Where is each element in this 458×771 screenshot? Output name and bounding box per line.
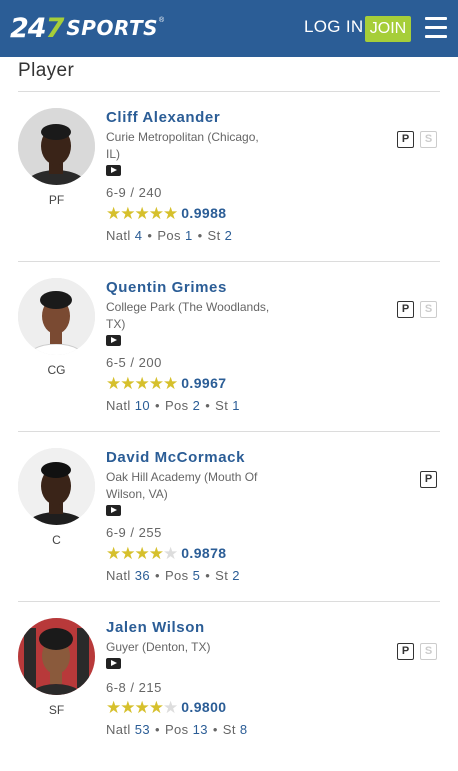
star-icon: ★ bbox=[148, 697, 164, 717]
player-ranks: Natl 4 • Pos 1 • St 2 bbox=[106, 228, 233, 243]
prospect-badge[interactable]: P bbox=[397, 131, 414, 148]
star-icon: ★ bbox=[163, 203, 179, 223]
pos-rank[interactable]: 1 bbox=[185, 228, 193, 243]
pos-rank[interactable]: 2 bbox=[193, 398, 201, 413]
player-height-weight: 6-5 / 200 bbox=[106, 355, 162, 370]
join-button[interactable]: JOIN bbox=[365, 16, 411, 42]
star-icon: ★ bbox=[120, 203, 136, 223]
player-school: Oak Hill Academy (Mouth Of Wilson, VA) bbox=[106, 470, 258, 501]
star-icon: ★ bbox=[120, 697, 136, 717]
prospect-badge[interactable]: P bbox=[397, 301, 414, 318]
player-score: 0.9800 bbox=[181, 699, 227, 715]
player-avatar[interactable] bbox=[18, 278, 95, 355]
player-rating: ★ ★ ★ ★ ★ 0.9967 bbox=[106, 374, 226, 392]
natl-rank[interactable]: 53 bbox=[135, 722, 150, 737]
state-rank[interactable]: 1 bbox=[232, 398, 240, 413]
signed-badge[interactable]: S bbox=[420, 131, 437, 148]
player-height-weight: 6-8 / 215 bbox=[106, 680, 162, 695]
player-score: 0.9988 bbox=[181, 205, 227, 221]
video-icon[interactable] bbox=[106, 658, 121, 669]
player-school: College Park (The Woodlands, TX) bbox=[106, 300, 270, 331]
signed-badge[interactable]: S bbox=[420, 643, 437, 660]
star-icon: ★ bbox=[148, 543, 164, 563]
player-position: CG bbox=[47, 363, 66, 377]
logo-trademark: ® bbox=[159, 17, 165, 24]
hamburger-menu-icon[interactable] bbox=[425, 17, 447, 38]
player-school: Curie Metropolitan (Chicago, IL) bbox=[106, 130, 259, 161]
natl-rank[interactable]: 4 bbox=[135, 228, 143, 243]
player-ranks: Natl 10 • Pos 2 • St 1 bbox=[106, 398, 240, 413]
player-score: 0.9967 bbox=[181, 375, 227, 391]
player-rating: ★ ★ ★ ★ ★ 0.9800 bbox=[106, 698, 226, 716]
natl-rank[interactable]: 36 bbox=[135, 568, 150, 583]
video-icon[interactable] bbox=[106, 165, 121, 176]
star-icon: ★ bbox=[163, 543, 179, 563]
player-position: PF bbox=[48, 193, 65, 207]
player-rating: ★ ★ ★ ★ ★ 0.9988 bbox=[106, 204, 226, 222]
player-score: 0.9878 bbox=[181, 545, 227, 561]
player-avatar[interactable] bbox=[18, 448, 95, 525]
player-row[interactable]: CG Quentin Grimes College Park (The Wood… bbox=[0, 261, 458, 431]
star-icon: ★ bbox=[163, 697, 179, 717]
star-icon: ★ bbox=[134, 697, 150, 717]
star-icon: ★ bbox=[148, 373, 164, 393]
natl-rank[interactable]: 10 bbox=[135, 398, 150, 413]
player-name[interactable]: Jalen Wilson bbox=[106, 619, 205, 636]
247sports-logo[interactable]: 247 SPORTS ® bbox=[10, 12, 165, 44]
pos-rank[interactable]: 13 bbox=[193, 722, 208, 737]
logo-wordmark: SPORTS bbox=[66, 16, 158, 40]
star-icon: ★ bbox=[134, 203, 150, 223]
player-school: Guyer (Denton, TX) bbox=[106, 640, 211, 654]
player-height-weight: 6-9 / 240 bbox=[106, 185, 162, 200]
player-name[interactable]: Quentin Grimes bbox=[106, 279, 227, 296]
player-position: C bbox=[52, 533, 61, 547]
star-icon: ★ bbox=[148, 203, 164, 223]
player-name[interactable]: Cliff Alexander bbox=[106, 109, 220, 126]
section-title: Player bbox=[18, 60, 75, 81]
login-link[interactable]: LOG IN bbox=[304, 17, 363, 37]
star-rating: ★ ★ ★ ★ ★ bbox=[106, 203, 179, 223]
video-icon[interactable] bbox=[106, 505, 121, 516]
prospect-badge[interactable]: P bbox=[397, 643, 414, 660]
star-icon: ★ bbox=[134, 373, 150, 393]
player-row[interactable]: SF Jalen Wilson Guyer (Denton, TX) 6-8 /… bbox=[0, 601, 458, 771]
star-icon: ★ bbox=[106, 203, 122, 223]
player-rating: ★ ★ ★ ★ ★ 0.9878 bbox=[106, 544, 226, 562]
player-ranks: Natl 53 • Pos 13 • St 8 bbox=[106, 722, 248, 737]
star-rating: ★ ★ ★ ★ ★ bbox=[106, 697, 179, 717]
player-height-weight: 6-9 / 255 bbox=[106, 525, 162, 540]
star-icon: ★ bbox=[120, 543, 136, 563]
site-header: 247 SPORTS ® LOG IN JOIN bbox=[0, 0, 458, 57]
star-rating: ★ ★ ★ ★ ★ bbox=[106, 373, 179, 393]
state-rank[interactable]: 8 bbox=[240, 722, 248, 737]
video-icon[interactable] bbox=[106, 335, 121, 346]
pos-rank[interactable]: 5 bbox=[193, 568, 201, 583]
star-icon: ★ bbox=[106, 697, 122, 717]
star-icon: ★ bbox=[134, 543, 150, 563]
logo-number: 247 bbox=[10, 12, 64, 44]
star-icon: ★ bbox=[106, 543, 122, 563]
star-icon: ★ bbox=[163, 373, 179, 393]
player-row[interactable]: C David McCormack Oak Hill Academy (Mout… bbox=[0, 431, 458, 601]
star-icon: ★ bbox=[106, 373, 122, 393]
player-ranks: Natl 36 • Pos 5 • St 2 bbox=[106, 568, 240, 583]
player-row[interactable]: PF Cliff Alexander Curie Metropolitan (C… bbox=[0, 91, 458, 261]
star-icon: ★ bbox=[120, 373, 136, 393]
player-position: SF bbox=[48, 703, 65, 717]
signed-badge[interactable]: S bbox=[420, 301, 437, 318]
star-rating: ★ ★ ★ ★ ★ bbox=[106, 543, 179, 563]
player-avatar[interactable] bbox=[18, 618, 95, 695]
prospect-badge[interactable]: P bbox=[420, 471, 437, 488]
player-avatar[interactable] bbox=[18, 108, 95, 185]
player-name[interactable]: David McCormack bbox=[106, 449, 245, 466]
state-rank[interactable]: 2 bbox=[232, 568, 240, 583]
state-rank[interactable]: 2 bbox=[225, 228, 233, 243]
